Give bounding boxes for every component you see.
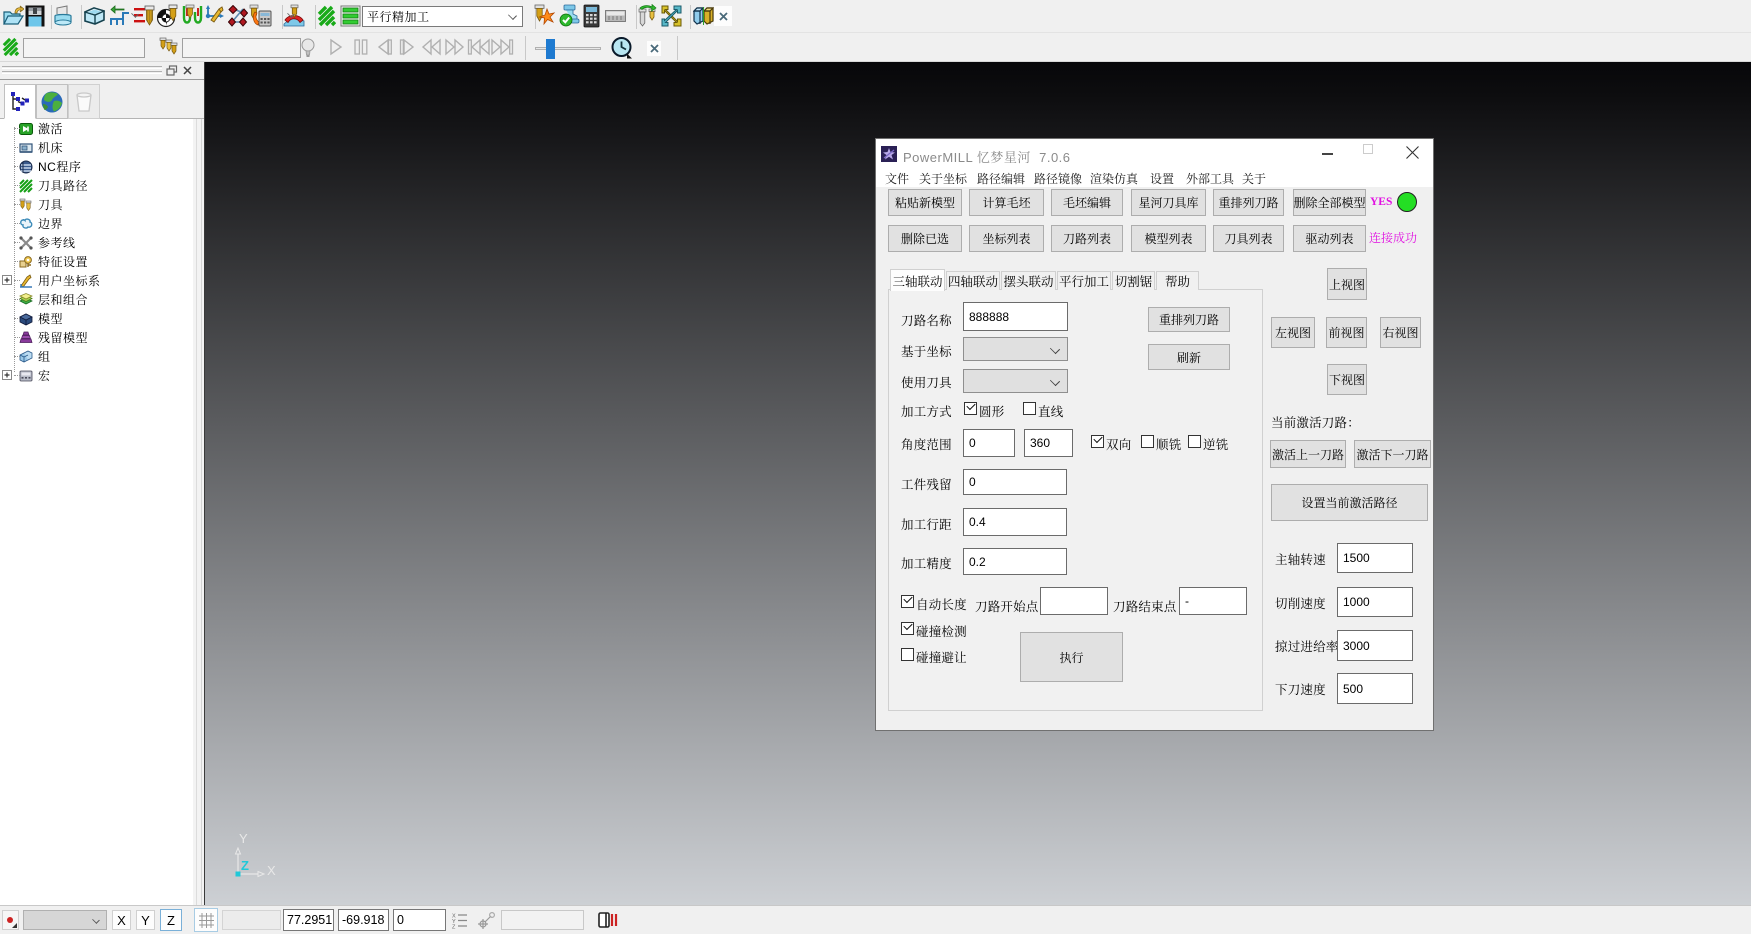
svg-text:Z: Z [241, 858, 249, 873]
svg-text:Y: Y [239, 831, 248, 846]
svg-text:Z: Z [452, 925, 456, 930]
svg-text:X: X [267, 863, 276, 878]
